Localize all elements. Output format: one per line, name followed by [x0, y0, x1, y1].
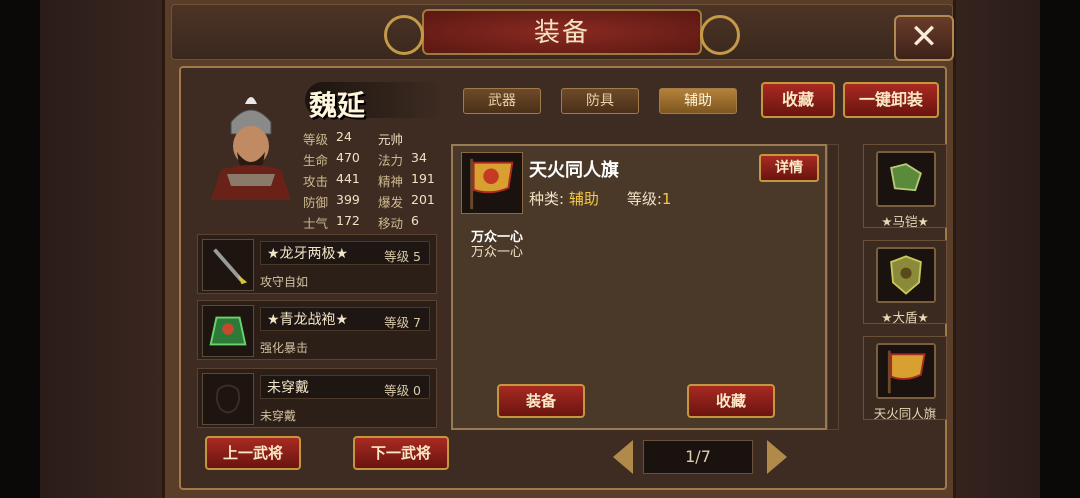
stat-label: 精神: [378, 174, 404, 189]
stat-label: 攻击: [303, 174, 329, 189]
stat-value: 34: [411, 150, 427, 165]
right-letterbox: [1040, 0, 1080, 498]
horse-armor-icon: [876, 151, 936, 207]
gear-description: 攻守自如: [260, 275, 309, 289]
left-backdrop: [40, 0, 162, 498]
stat-label: 士气: [303, 216, 329, 231]
gear-slot-armor[interactable]: ★青龙战袍★ 等级 7 强化暴击: [197, 300, 437, 360]
slot-label: ★马铠★: [881, 214, 929, 229]
stat-value: 441: [336, 171, 360, 186]
stat-label: 爆发: [378, 195, 404, 210]
effect-description: 万众一心: [471, 245, 524, 260]
shield-icon: [876, 247, 936, 303]
prev-hero-button[interactable]: 上一武将: [205, 436, 301, 470]
gear-name-bar: 未穿戴 等级 0: [260, 375, 430, 399]
slot-label: ★大盾★: [881, 310, 929, 325]
tab-weapon[interactable]: 武器: [463, 88, 541, 114]
stat-row: 生命 470 法力 34: [303, 149, 453, 170]
item-type-value: 辅助: [568, 190, 599, 208]
favorite-button[interactable]: 收藏: [761, 82, 835, 118]
stat-row: 士气 172 移动 6: [303, 212, 453, 233]
stat-value: 172: [336, 213, 360, 228]
hero-rank: 元帅: [378, 132, 404, 147]
gear-name: ★青龙战袍★: [267, 312, 349, 328]
left-letterbox: [0, 0, 40, 498]
close-button[interactable]: ✕: [894, 15, 954, 61]
next-hero-button[interactable]: 下一武将: [353, 436, 449, 470]
stat-value: 470: [336, 150, 360, 165]
item-meta: 种类: 辅助 等级:1: [529, 188, 671, 209]
stat-value: 24: [336, 129, 352, 144]
details-button[interactable]: 详情: [759, 154, 819, 182]
tab-accessory[interactable]: 辅助: [659, 88, 737, 114]
page-next-arrow[interactable]: [767, 440, 787, 474]
item-detail-panel: 天火同人旗 种类: 辅助 等级:1 详情 万众一心 万众一心 装备 收藏: [451, 144, 827, 430]
stat-label: 防御: [303, 195, 329, 210]
stat-value: 399: [336, 192, 360, 207]
slot-banner[interactable]: 天火同人旗: [863, 336, 947, 421]
stat-row: 等级 24 元帅: [303, 128, 453, 149]
stat-row: 攻击 441 精神 191: [303, 170, 453, 191]
stat-label: 移动: [378, 216, 404, 231]
flag-icon: [461, 152, 523, 214]
stat-label: 法力: [378, 153, 404, 168]
tab-armor[interactable]: 防具: [561, 88, 639, 114]
item-level-label: 等级:: [626, 190, 662, 208]
robe-icon: [202, 305, 254, 357]
hero-name: 魏延: [309, 89, 366, 122]
item-level-value: 1: [661, 190, 672, 208]
gear-description: 未穿戴: [260, 409, 297, 423]
slot-horse-armor[interactable]: ★马铠★: [863, 144, 947, 229]
stat-value: 6: [411, 213, 419, 228]
spear-icon: [202, 239, 254, 291]
window-title: 装备: [533, 18, 590, 48]
equip-button[interactable]: 装备: [497, 384, 585, 418]
title-plate: 装备: [384, 9, 740, 55]
gear-level: 等级 7: [384, 315, 421, 330]
page-indicator: 1/7: [643, 440, 753, 474]
gear-name-bar: ★龙牙两极★ 等级 5: [260, 241, 430, 265]
page-prev-arrow[interactable]: [613, 440, 633, 474]
stat-value: 201: [411, 192, 435, 207]
item-name: 天火同人旗: [529, 160, 619, 181]
main-panel: 魏延 等级 24 元帅 生命 470 法力 34 攻击 441 精神 191 防御 399 …: [179, 66, 947, 490]
title-bar: 装备 ✕: [171, 4, 954, 61]
gear-level: 等级 0: [384, 383, 421, 398]
stat-value: 191: [411, 171, 435, 186]
empty-slot-icon: [202, 373, 254, 425]
hero-portrait: [201, 90, 301, 200]
gear-name: ★龙牙两极★: [267, 246, 349, 262]
gear-level: 等级 5: [384, 249, 421, 264]
unequip-all-button[interactable]: 一键卸装: [843, 82, 939, 118]
gear-slot-accessory[interactable]: 未穿戴 等级 0 未穿戴: [197, 368, 437, 428]
equipment-window: 装备 ✕ 魏延 等级 24 元帅 生命 470 法力 34 攻击 441 精神 …: [162, 0, 956, 498]
stat-label: 等级: [303, 132, 329, 147]
list-edge: [827, 144, 839, 430]
flag-icon: [876, 343, 936, 399]
favorite-item-button[interactable]: 收藏: [687, 384, 775, 418]
slot-label: 天火同人旗: [873, 406, 937, 421]
gear-description: 强化暴击: [260, 341, 309, 355]
stat-row: 防御 399 爆发 201: [303, 191, 453, 212]
slot-shield[interactable]: ★大盾★: [863, 240, 947, 325]
item-type-label: 种类:: [529, 190, 565, 208]
gear-name-bar: ★青龙战袍★ 等级 7: [260, 307, 430, 331]
hero-stats: 等级 24 元帅 生命 470 法力 34 攻击 441 精神 191 防御 399 爆发 2…: [303, 128, 453, 233]
stat-label: 生命: [303, 153, 329, 168]
gear-name: 未穿戴: [267, 380, 309, 396]
gear-slot-weapon[interactable]: ★龙牙两极★ 等级 5 攻守自如: [197, 234, 437, 294]
